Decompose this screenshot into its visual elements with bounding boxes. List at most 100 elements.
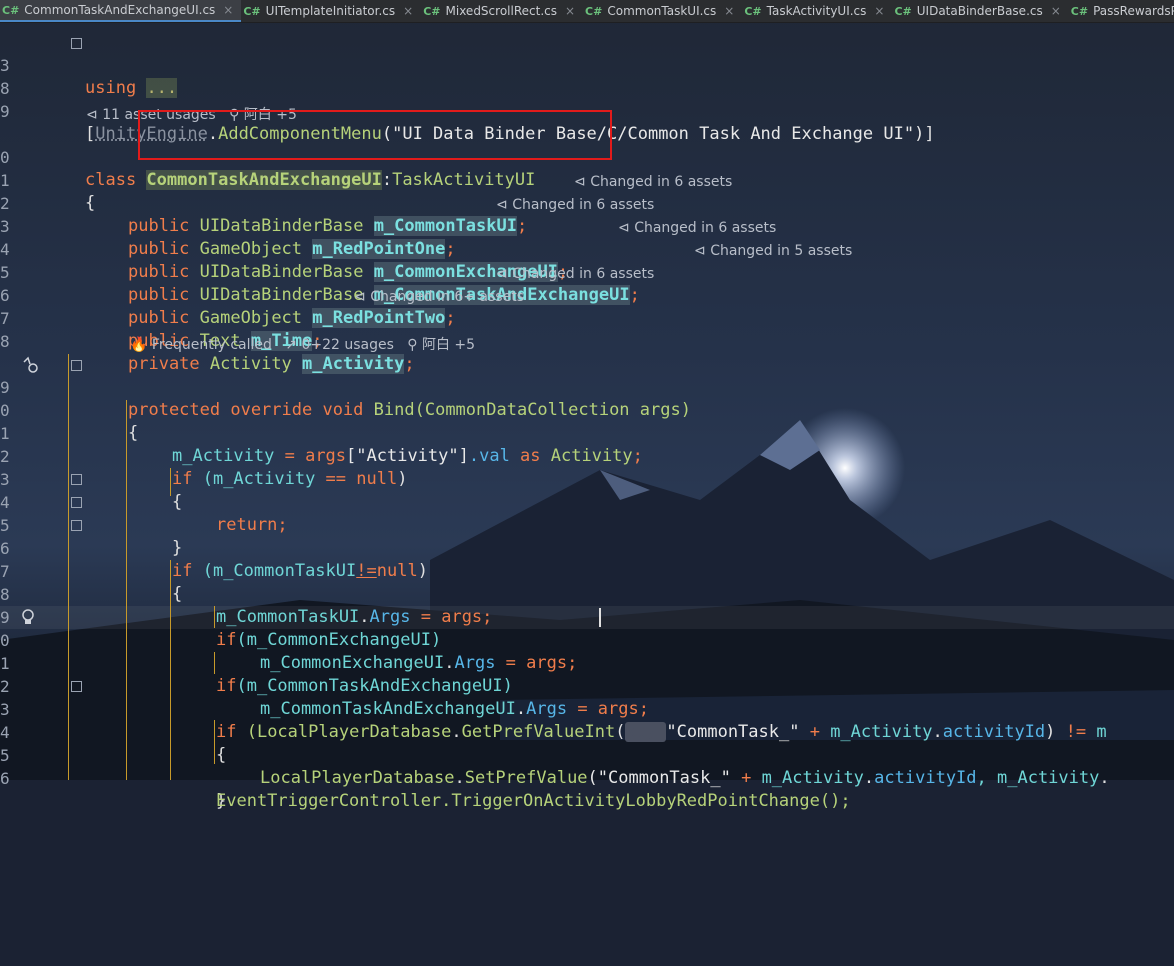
tab-ui-data-binder-base[interactable]: C# UIDataBinderBase.cs × [892, 0, 1068, 22]
code-token: != [356, 561, 376, 581]
close-icon[interactable]: × [223, 3, 233, 17]
fold-toggle-icon[interactable] [71, 681, 82, 692]
code-line: 2 if (m_Activity == null) [0, 422, 41, 445]
code-token: . [933, 722, 943, 742]
tab-common-task-and-exchange-ui[interactable]: C# CommonTaskAndExchangeUI.cs × [0, 0, 241, 22]
change-hint[interactable]: ⊲ Changed in 6 assets [496, 194, 654, 217]
param-hint: key: [625, 722, 666, 742]
code-line: 6 } [0, 744, 41, 767]
code-token: { [85, 192, 95, 215]
close-icon[interactable]: × [874, 4, 884, 18]
close-icon[interactable]: × [1051, 4, 1061, 18]
close-icon[interactable]: × [724, 4, 734, 18]
code-token: , m_Activity [977, 768, 1100, 788]
code-line: 5 LocalPlayerDatabase.SetPrefValue("Comm… [0, 721, 41, 744]
change-hint[interactable]: ⊲ Changed in 5 assets [694, 240, 852, 263]
code-token: ("CommonTask_" [588, 768, 742, 788]
tab-ui-template-initiator[interactable]: C# UITemplateInitiator.cs × [241, 0, 421, 22]
code-token: ; [630, 285, 640, 305]
keyword: class [85, 170, 146, 190]
code-token: ( [615, 722, 625, 742]
code-token: ; [277, 515, 287, 535]
code-token: ; [517, 216, 527, 236]
close-icon[interactable]: × [403, 4, 413, 18]
code-line: 3 using ... [0, 31, 41, 54]
code-line: 6 public GameObject m_RedPointTwo; ⊲ Cha… [0, 261, 41, 284]
highlight-box [138, 110, 612, 160]
text-caret [599, 608, 601, 627]
code-token: SetPrefValue [465, 768, 588, 788]
keyword: public [128, 239, 189, 259]
hint-text: Changed in 6+ assets [370, 289, 524, 305]
current-line-highlight [0, 606, 1174, 629]
code-line: 9 [UnityEngine.AddComponentMenu("UI Data… [0, 77, 41, 100]
code-line: 1 { [0, 146, 41, 169]
code-token: m_Activity [820, 722, 933, 742]
code-token: (LocalPlayerDatabase [236, 722, 451, 742]
code-token: = [411, 607, 442, 627]
keyword: null [356, 469, 397, 489]
fold-toggle-icon[interactable] [71, 474, 82, 485]
code-token: args [305, 446, 346, 466]
override-gutter-icon[interactable] [20, 356, 40, 374]
code-line: 4 { [0, 698, 41, 721]
code-line: 4 public UIDataBinderBase m_CommonExchan… [0, 215, 41, 238]
keyword: if [172, 469, 192, 489]
csharp-file-icon: C# [585, 5, 602, 18]
field-name: m_RedPointTwo [312, 308, 445, 328]
tab-mixed-scroll-rect[interactable]: C# MixedScrollRect.cs × [421, 0, 583, 22]
close-icon[interactable]: × [565, 4, 575, 18]
code-token: as [510, 446, 551, 466]
fold-toggle-icon[interactable] [71, 520, 82, 531]
code-line: 8 [0, 54, 41, 77]
fold-toggle-icon[interactable] [71, 360, 82, 371]
code-token: (m_CommonTaskUI [192, 561, 356, 581]
keyword: public [128, 308, 189, 328]
keyword: private [128, 354, 200, 374]
tab-pass-rewards-page[interactable]: C# PassRewardsPage [1069, 0, 1174, 22]
tab-common-task-ui[interactable]: C# CommonTaskUI.cs × [583, 0, 742, 22]
code-token: = [495, 653, 526, 673]
keyword: public [128, 262, 189, 282]
line-number: 9 [0, 100, 14, 123]
code-token: m_CommonTaskAndExchangeUI [260, 699, 516, 719]
code-token: . [359, 607, 369, 627]
tab-task-activity-ui[interactable]: C# TaskActivityUI.cs × [742, 0, 892, 22]
code-line: 7 public Text m_Time; ⊲ Changed in 6+ as… [0, 284, 41, 307]
change-hint[interactable]: ⊲ Changed in 6 assets [618, 217, 776, 240]
code-line: 3 public GameObject m_RedPointOne; ⊲ Cha… [0, 192, 41, 215]
fold-toggle-icon[interactable] [71, 38, 82, 49]
change-hint[interactable]: ⊲ Changed in 6 assets [574, 171, 732, 194]
tab-label: TaskActivityUI.cs [767, 4, 867, 18]
method-hint[interactable]: 🔥 Frequently called ↗ 0+22 usages ⚲ 阿白 +… [130, 334, 475, 357]
code-line: 0 { [0, 376, 41, 399]
code-editor[interactable]: 3 using ... 8 9 [UnityEngine.AddComponen… [0, 0, 20, 966]
fold-toggle-icon[interactable] [71, 497, 82, 508]
code-line: 2 public UIDataBinderBase m_CommonTaskUI… [0, 169, 41, 192]
hint-text: 阿白 +5 [422, 337, 475, 353]
indent-guide [214, 652, 215, 674]
code-line: 8 private Activity m_Activity; [0, 307, 41, 330]
code-token: = [567, 699, 598, 719]
indent-guide [170, 468, 171, 496]
lightbulb-icon[interactable] [20, 607, 36, 627]
code-line: 7 { [0, 537, 41, 560]
change-hint[interactable]: ⊲ Changed in 6+ assets [354, 286, 524, 309]
code-token: .val [469, 446, 510, 466]
method-name: Bind [374, 400, 415, 420]
class-name: CommonTaskAndExchangeUI [146, 170, 381, 190]
code-token: (m_Activity [192, 469, 325, 489]
folded-region[interactable]: ... [146, 78, 177, 98]
tab-label: CommonTaskUI.cs [607, 4, 716, 18]
base-class: TaskActivityUI [392, 170, 535, 190]
keyword: return [216, 515, 277, 535]
code-token: { [216, 744, 226, 767]
hint-text: Changed in 6 assets [634, 220, 776, 236]
change-hint[interactable]: ⊲ Changed in 6 assets [496, 263, 654, 286]
keyword: public [128, 285, 189, 305]
hint-text: Changed in 6 assets [512, 266, 654, 282]
code-line: 3 if (LocalPlayerDatabase.GetPrefValueIn… [0, 675, 41, 698]
code-token: ; [404, 354, 414, 374]
hint-text: Changed in 5 assets [710, 243, 852, 259]
code-token: ; [482, 607, 492, 627]
